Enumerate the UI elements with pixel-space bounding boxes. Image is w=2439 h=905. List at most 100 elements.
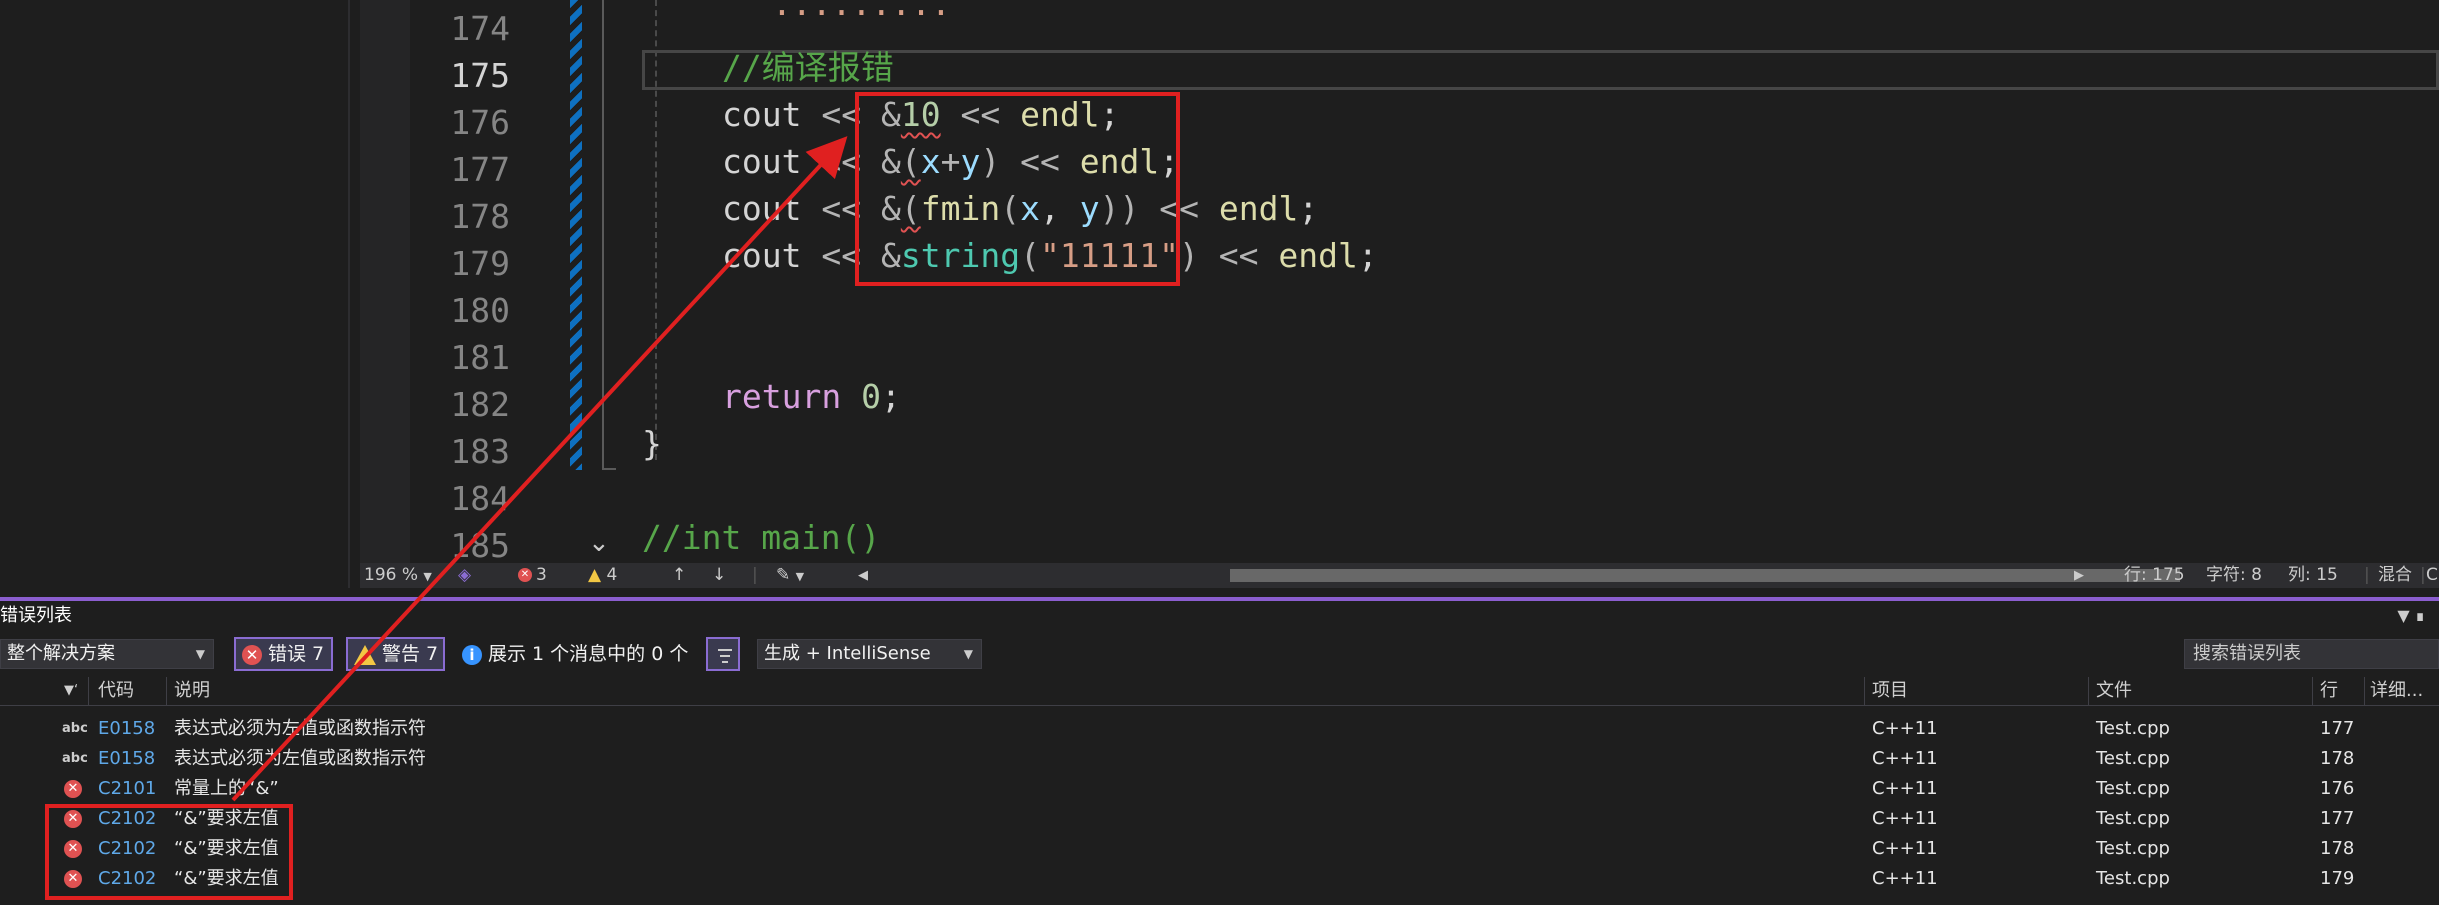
table-row[interactable]: ✕ C2102 “&”要求左值 C++11 Test.cpp 178 [0,834,2439,864]
error-project: C++11 [1872,838,1938,859]
line-number: 174 [450,9,510,48]
error-count[interactable]: ✕ 3 [518,563,547,588]
line-number: 181 [450,338,510,377]
paren: ) [980,142,1001,181]
error-icon: ✕ [64,870,82,888]
zoom-value: 196 % [364,565,419,585]
warnings-filter-label: 警告 7 [382,643,439,665]
paren: )) [1099,189,1140,228]
editor-margin [360,0,410,563]
column-line[interactable]: 行 [2320,677,2338,705]
closing-brace: } [642,424,662,463]
build-filter-value: 生成 + IntelliSense [764,643,931,664]
error-file: Test.cpp [2096,718,2170,739]
build-filter-dropdown[interactable]: 生成 + IntelliSense ▼ [757,639,982,669]
warnings-filter-button[interactable]: 警告 7 [346,637,445,671]
column-divider[interactable] [2364,677,2365,705]
table-row[interactable]: ✕ C2101 常量上的“&” C++11 Test.cpp 176 [0,774,2439,804]
info-icon: i [462,644,482,665]
line-number: 184 [450,479,510,518]
error-count-value: 3 [536,565,547,585]
error-file: Test.cpp [2096,808,2170,829]
search-input[interactable]: 搜索错误列表 [2184,639,2439,669]
code-line-183: } [642,420,662,467]
column-divider[interactable] [166,677,167,705]
tabs-spaces-mode[interactable]: 混合 [2378,563,2412,588]
operator-token: << [1218,236,1259,275]
error-project: C++11 [1872,868,1938,889]
line-number: 179 [450,244,510,283]
column-detail[interactable]: 详细... [2370,677,2423,705]
code-line-177: cout << &(x+y) << endl; [722,138,1179,185]
prev-issue-button[interactable]: ↑ [672,563,686,588]
amp-token: & [880,142,901,181]
error-code[interactable]: C2102 [98,834,156,864]
error-description: “&”要求左值 [174,868,279,889]
error-icon: ✕ [518,568,532,582]
next-issue-button[interactable]: ↓ [712,563,726,588]
operator-token: << [821,95,862,134]
zoom-level[interactable]: 196 % ▼ [364,563,432,589]
warning-icon [354,644,376,665]
var-x: x [920,142,941,181]
warning-count[interactable]: ▲ 4 [588,563,617,588]
column-divider[interactable] [2312,677,2313,705]
error-code[interactable]: C2102 [98,804,156,834]
table-row[interactable]: abc E0158 表达式必须为左值或函数指示符 C++11 Test.cpp … [0,744,2439,774]
code-editor[interactable]: ......... //编译报错 cout << &10 << endl; co… [642,0,2439,563]
cout-token: cout [722,95,802,134]
column-description[interactable]: 说明 [174,677,210,705]
operator-token: << [960,95,1001,134]
error-icon: ✕ [64,780,82,798]
error-code[interactable]: C2101 [98,774,156,804]
errors-filter-label: 错误 7 [268,643,325,665]
line-number: 185 [450,526,510,565]
line-ending[interactable]: CRLF [2426,563,2439,588]
error-file: Test.cpp [2096,778,2170,799]
endl-token: endl [1079,142,1160,181]
scrollbar-thumb[interactable] [1230,569,2180,582]
health-icon[interactable]: ◈ [458,563,471,588]
operator-token: << [821,236,862,275]
error-code[interactable]: C2102 [98,864,156,894]
column-divider[interactable] [88,677,89,705]
errors-filter-button[interactable]: ✕ 错误 7 [234,637,333,671]
column-divider[interactable] [2088,677,2089,705]
error-project: C++11 [1872,778,1938,799]
column-code[interactable]: 代码 [98,677,134,705]
code-line-partial: ......... [772,0,951,23]
panel-title: 错误列表 [0,605,72,626]
scope-dropdown[interactable]: 整个解决方案 ▼ [0,639,214,669]
error-line: 177 [2320,808,2355,829]
collapse-chevron-icon[interactable]: ⌄ [588,528,610,558]
table-row[interactable]: abc E0158 表达式必须为左值或函数指示符 C++11 Test.cpp … [0,714,2439,744]
cursor-line: 行: 175 [2124,565,2185,585]
semicolon: ; [880,377,901,416]
sort-icon[interactable]: ▼‘ [64,677,78,705]
comma: , [1039,189,1080,228]
line-number: 175 [450,56,510,95]
table-row[interactable]: ✕ C2102 “&”要求左值 C++11 Test.cpp 177 [0,804,2439,834]
cleanup-brush-icon[interactable]: ✎ ▼ [776,563,804,589]
messages-filter-button[interactable]: i 展示 1 个消息中的 0 个 [462,637,688,671]
panel-options-icon[interactable]: ▼ ∎ [2397,601,2425,631]
endl-token: endl [1218,189,1299,228]
scroll-left-icon[interactable]: ◀ [858,563,868,588]
error-code[interactable]: E0158 [98,714,155,744]
column-file[interactable]: 文件 [2096,677,2132,705]
warning-icon: ▲ [588,565,602,585]
messages-filter-label: 展示 1 个消息中的 0 个 [488,643,689,665]
table-row[interactable]: ✕ C2102 “&”要求左值 C++11 Test.cpp 179 [0,864,2439,894]
semicolon: ; [1099,95,1120,134]
error-list-rows[interactable]: abc E0158 表达式必须为左值或函数指示符 C++11 Test.cpp … [0,705,2439,905]
separator: | [2364,565,2370,585]
cout-token: cout [722,189,802,228]
column-divider[interactable] [1864,677,1865,705]
chevron-down-icon: ▼ [963,647,973,661]
column-project[interactable]: 项目 [1872,677,1908,705]
error-code[interactable]: E0158 [98,744,155,774]
separator: | [2420,565,2426,585]
string-type: string [900,236,1021,275]
filter-icon[interactable] [706,637,740,671]
scroll-right-icon[interactable]: ▶ [2074,563,2084,588]
